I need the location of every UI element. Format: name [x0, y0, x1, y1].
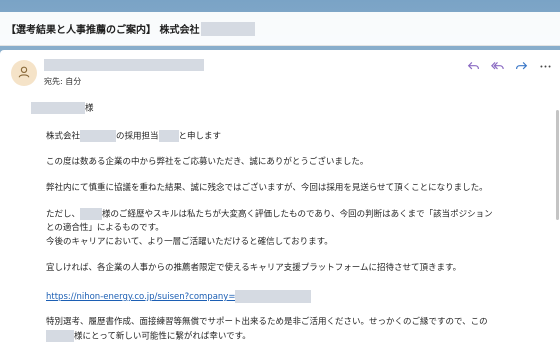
however-line: ただし、 様のご経歴やスキルは私たちが大変高く評価したものであり、今回の判断はあく… [46, 208, 493, 220]
invite-line: 宜しければ、各企業の人事からの推薦者限定で使えるキャリア支援プラットフォームに招… [46, 263, 462, 273]
thanks-line: この度は数ある企業の中から弊社をご応募いただき、誠にありがとうございました。 [46, 157, 369, 167]
subject-bar: 【選考結果と人事推薦のご案内】 株式会社 [0, 12, 560, 46]
message-card: 宛先: 自分 様 株式会社 の採用担当 と申します この度は数ある企業の中から弊社を… [0, 50, 560, 360]
future-line: 今後のキャリアにおいて、より一層ご活躍いただけると確信しております。 [46, 237, 333, 247]
redacted-company [80, 130, 117, 142]
intro-line: 株式会社 の採用担当 と申します [46, 130, 222, 142]
redacted-company-name [201, 21, 256, 36]
more-icon[interactable] [536, 58, 554, 74]
support-line-cont: 様にとって新しい可能性に繋がれば幸いです。 [46, 330, 251, 343]
message-actions [464, 58, 554, 74]
redacted-name-2 [46, 330, 74, 342]
support-line: 特別選考、履歴書作成、面接練習等無償でサポート出来るため是非ご活用ください。せっ… [46, 317, 488, 327]
forward-icon[interactable] [512, 58, 530, 74]
scrollbar[interactable] [556, 110, 559, 220]
email-subject: 【選考結果と人事推薦のご案内】 株式会社 [6, 25, 200, 36]
reply-all-icon[interactable] [488, 58, 506, 74]
however-line-cont: との適合性」によるものです。 [46, 223, 164, 233]
redacted-link-param [235, 290, 312, 303]
redacted-name [80, 208, 103, 220]
redacted-sender [44, 59, 204, 71]
salutation: 様 [31, 102, 94, 115]
sender-avatar [11, 60, 37, 86]
result-line: 弊社内にて慎重に協議を重ねた結果、誠に残念ではございますが、今回は採用を見送らせ… [46, 183, 488, 193]
redacted-recipient-name [31, 102, 85, 114]
recipient-line: 宛先: 自分 [44, 77, 82, 86]
reply-icon[interactable] [464, 58, 482, 74]
redacted-staff-name [158, 130, 179, 142]
link-line: https://nihon-energy.co.jp/suisen?compan… [46, 290, 312, 303]
platform-link[interactable]: https://nihon-energy.co.jp/suisen?compan… [46, 292, 235, 302]
person-icon [17, 64, 31, 83]
